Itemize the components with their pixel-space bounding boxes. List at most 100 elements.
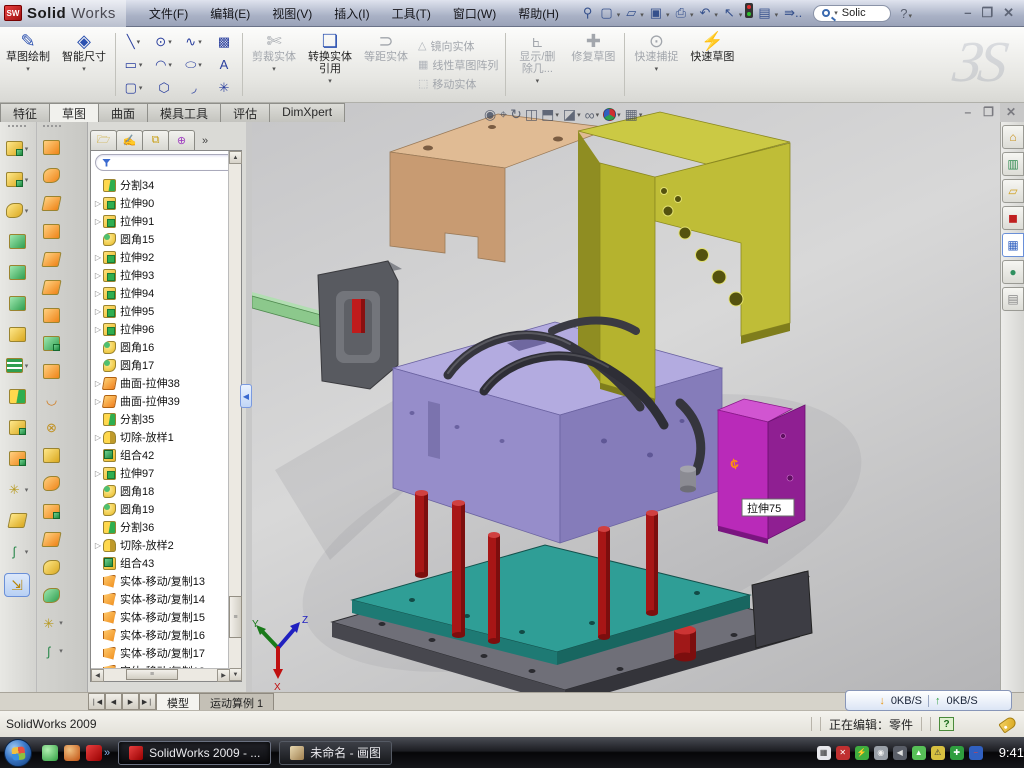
shut-off-surface-button[interactable] (43, 497, 60, 525)
taskbar-button-paint[interactable]: 未命名 - 画图 (279, 741, 392, 765)
upload-icon[interactable]: ▲ (912, 746, 926, 760)
tab-dimxpert[interactable]: DimXpert (269, 103, 345, 122)
tree-item[interactable]: ▷拉伸91 (91, 212, 229, 230)
dropdown-caret-icon[interactable]: ▾ (639, 111, 643, 119)
tooling-split-button[interactable] (43, 525, 60, 553)
save-button[interactable]: ▣▾ (647, 4, 671, 22)
parting-surface-button[interactable] (43, 469, 60, 497)
offset-entities-button[interactable]: ⊃ 等距实体 (358, 27, 414, 102)
tree-item[interactable]: ▷切除-放样2 (91, 536, 229, 554)
pattern-slash-button[interactable] (9, 319, 26, 350)
first-tab-button[interactable]: ❘◀ (88, 693, 105, 710)
dropdown-caret-icon[interactable]: ▾ (25, 145, 29, 153)
text-icon[interactable]: A (209, 53, 239, 76)
dropdown-caret-icon[interactable]: ▾ (617, 12, 621, 19)
shield-plus-icon[interactable]: ✚ (950, 746, 964, 760)
rebuild-button[interactable] (745, 3, 753, 23)
help-button[interactable]: ?▾ (897, 5, 916, 22)
section-view-button[interactable]: ◫ (525, 106, 538, 123)
linear-sketch-pattern-button[interactable]: ▦线性草图阵列 (418, 57, 498, 73)
move-entities-button[interactable]: ⬚移动实体 (418, 76, 498, 92)
hscroll-thumb[interactable]: ≡ (126, 669, 178, 680)
featuremanager-tab[interactable]: 🗁 (90, 130, 117, 150)
network-speed-widget[interactable]: ↓ 0KB/S ↑ 0KB/S (845, 690, 1012, 711)
sync-blocked-icon[interactable]: − (969, 746, 983, 760)
dropdown-caret-icon[interactable]: ▾ (739, 12, 743, 19)
menu-i[interactable]: 插入(I) (325, 2, 378, 25)
configurationmanager-tab[interactable]: ⧉ (142, 130, 169, 150)
expand-arrow-icon[interactable]: ▷ (93, 541, 103, 550)
selection-box-icon[interactable]: ▩ (209, 30, 239, 53)
extruded-cut-button[interactable]: ▾ (6, 164, 29, 195)
expand-arrow-icon[interactable]: ▷ (93, 289, 103, 298)
menu-h[interactable]: 帮助(H) (509, 2, 568, 25)
tree-item[interactable]: ▷拉伸93 (91, 266, 229, 284)
taskbar-clock[interactable]: 9:41 (999, 745, 1024, 760)
tree-item[interactable]: ▷曲面-拉伸38 (91, 374, 229, 392)
trim-entities-button[interactable]: ✄ 剪裁实体 ▾ (246, 27, 302, 102)
dropdown-caret-icon[interactable]: ▾ (168, 38, 172, 46)
tree-filter[interactable] (95, 154, 237, 171)
circle-icon[interactable]: ⊙▾ (149, 30, 179, 53)
mold-curve-button[interactable]: ʃ▾ (40, 637, 63, 665)
arc-icon[interactable]: ◠▾ (149, 53, 179, 76)
new-document-button[interactable]: ▢▾ (597, 4, 621, 22)
part-slider-unit[interactable] (318, 261, 402, 389)
ime-button[interactable]: ⇛.. (781, 4, 805, 22)
doc-restore-button[interactable]: ❐ (983, 105, 994, 119)
wedge-cut-button[interactable] (9, 288, 26, 319)
pin-icon[interactable]: ⚲ (580, 4, 596, 22)
dropdown-caret-icon[interactable]: ▾ (25, 176, 29, 184)
scroll-down-button[interactable]: ▼ (229, 668, 242, 681)
dropdown-caret-icon[interactable]: ▾ (25, 486, 29, 494)
security-alert-icon[interactable]: ✕ (836, 746, 850, 760)
badge-icon[interactable]: ◉ (874, 746, 888, 760)
tree-item[interactable]: ▷拉伸96 (91, 320, 229, 338)
panel-chevron-icon[interactable]: » (202, 135, 208, 150)
keyboard-icon[interactable]: ▦ (817, 746, 831, 760)
sketch-button[interactable]: ✎ 草图绘制 ▾ (0, 27, 56, 102)
menu-t[interactable]: 工具(T) (383, 2, 440, 25)
parting-line-button[interactable] (43, 441, 60, 469)
tag-icon[interactable] (998, 715, 1017, 733)
expand-arrow-icon[interactable]: ▷ (93, 307, 103, 316)
convert-entities-button[interactable]: ❏ 转换实体引用 ▾ (302, 27, 358, 102)
part-clamp-block[interactable] (752, 571, 812, 648)
tree-item[interactable]: 圆角18 (91, 482, 229, 500)
scroll-left-button[interactable]: ◀ (91, 669, 104, 682)
toolbar-grip[interactable] (8, 125, 26, 129)
ruled-surface-button[interactable]: ◡ (43, 385, 60, 413)
appearances-button[interactable]: ▾ (603, 108, 622, 121)
combine-button[interactable] (9, 412, 26, 443)
search-input[interactable] (842, 7, 882, 19)
linear-pattern-button[interactable]: ▾ (6, 350, 29, 381)
view-palette-tab[interactable]: ▦ (1002, 233, 1024, 257)
tree-item[interactable]: 圆角17 (91, 356, 229, 374)
dropdown-caret-icon[interactable]: ▾ (25, 207, 29, 215)
spline-icon[interactable]: ∿▾ (179, 30, 209, 53)
close-button[interactable]: ✕ (1003, 5, 1014, 21)
resources-tab[interactable]: ⌂ (1002, 125, 1024, 149)
doc-minimize-button[interactable]: – (964, 105, 971, 119)
tree-item[interactable]: 实体-移动/复制13 (91, 572, 229, 590)
tab-特征[interactable]: 特征 (0, 103, 50, 122)
antivirus-icon[interactable]: ⚡ (855, 746, 869, 760)
scroll-up-button[interactable]: ▲ (229, 151, 242, 164)
quick-tips-button[interactable]: ? (939, 717, 954, 731)
swept-surface-button[interactable] (43, 133, 60, 161)
dropdown-caret-icon[interactable]: ▾ (25, 362, 29, 370)
rectangle-icon[interactable]: ▭▾ (119, 53, 149, 76)
planar-surface-button[interactable] (43, 301, 60, 329)
messenger-icon[interactable] (42, 745, 58, 761)
options-button[interactable]: ▤▾ (755, 4, 779, 22)
launcher-icon[interactable] (64, 745, 80, 761)
tab-评估[interactable]: 评估 (220, 103, 270, 122)
mold-point-button[interactable]: ✳▾ (40, 609, 63, 637)
solidworks-icon[interactable] (86, 745, 102, 761)
tree-item[interactable]: ▷切除-放样1 (91, 428, 229, 446)
search-caret-icon[interactable]: ▾ (834, 9, 838, 17)
tree-item[interactable]: 分割35 (91, 410, 229, 428)
tree-item[interactable]: 分割34 (91, 176, 229, 194)
last-tab-button[interactable]: ▶❘ (139, 693, 156, 710)
expand-arrow-icon[interactable]: ▷ (93, 469, 103, 478)
